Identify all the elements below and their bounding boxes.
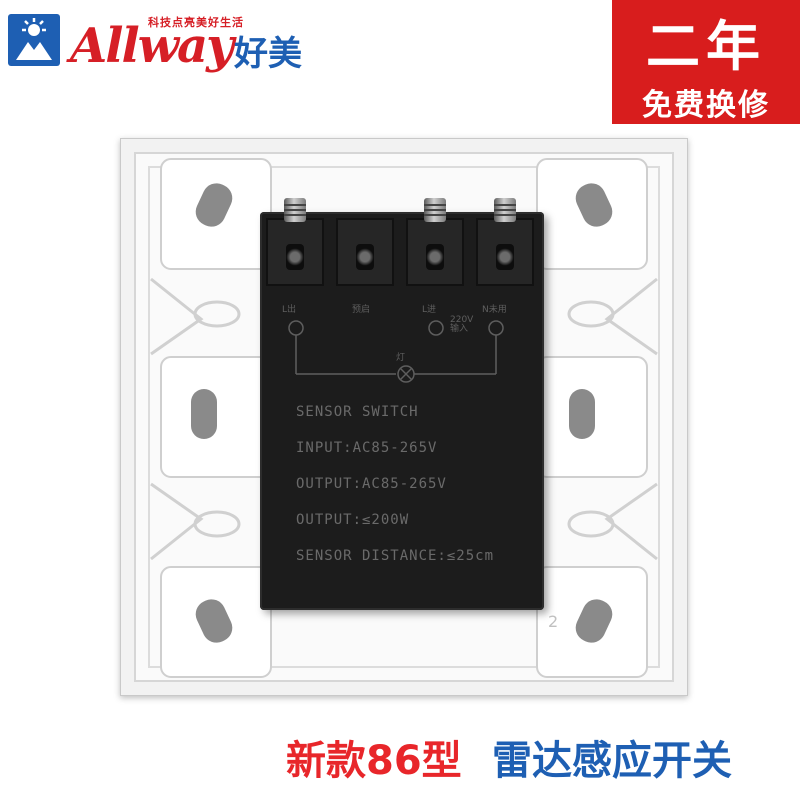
product-caption: 新款86型 雷达感应开关 — [0, 728, 800, 800]
warranty-years: 二年 — [646, 15, 766, 78]
brand-logo — [8, 14, 60, 66]
spec-sensor-distance: SENSOR DISTANCE:≤25cm — [296, 548, 495, 564]
person-sun-logo-icon — [16, 18, 52, 60]
spec-output-power: OUTPUT:≤200W — [296, 512, 410, 528]
spec-output-voltage: OUTPUT:AC85-265V — [296, 476, 447, 492]
caption-product-type: 雷达感应开关 — [492, 738, 732, 784]
warranty-text: 免费换修 — [642, 88, 770, 123]
wiring-diagram — [288, 320, 504, 383]
caption-model: 新款86型 — [286, 738, 462, 784]
sensor-module-body: L出 预启 L进 N未用 220V 输入 灯 SENSOR SWITCH INP… — [260, 198, 544, 610]
header: Allway 科技点亮美好生活 好美 二年 免费换修 — [0, 0, 800, 124]
brand-lockup: Allway 科技点亮美好生活 好美 — [70, 6, 390, 76]
plate-mark-label: 2 — [548, 612, 559, 631]
warranty-badge: 二年 免费换修 — [612, 0, 800, 124]
lamp-label: 灯 — [396, 353, 406, 363]
spec-input: INPUT:AC85-265V — [296, 440, 438, 456]
spec-title: SENSOR SWITCH — [296, 404, 419, 420]
brand-chinese-name: 好美 — [234, 34, 302, 74]
brand-tagline: 科技点亮美好生活 — [148, 16, 244, 29]
